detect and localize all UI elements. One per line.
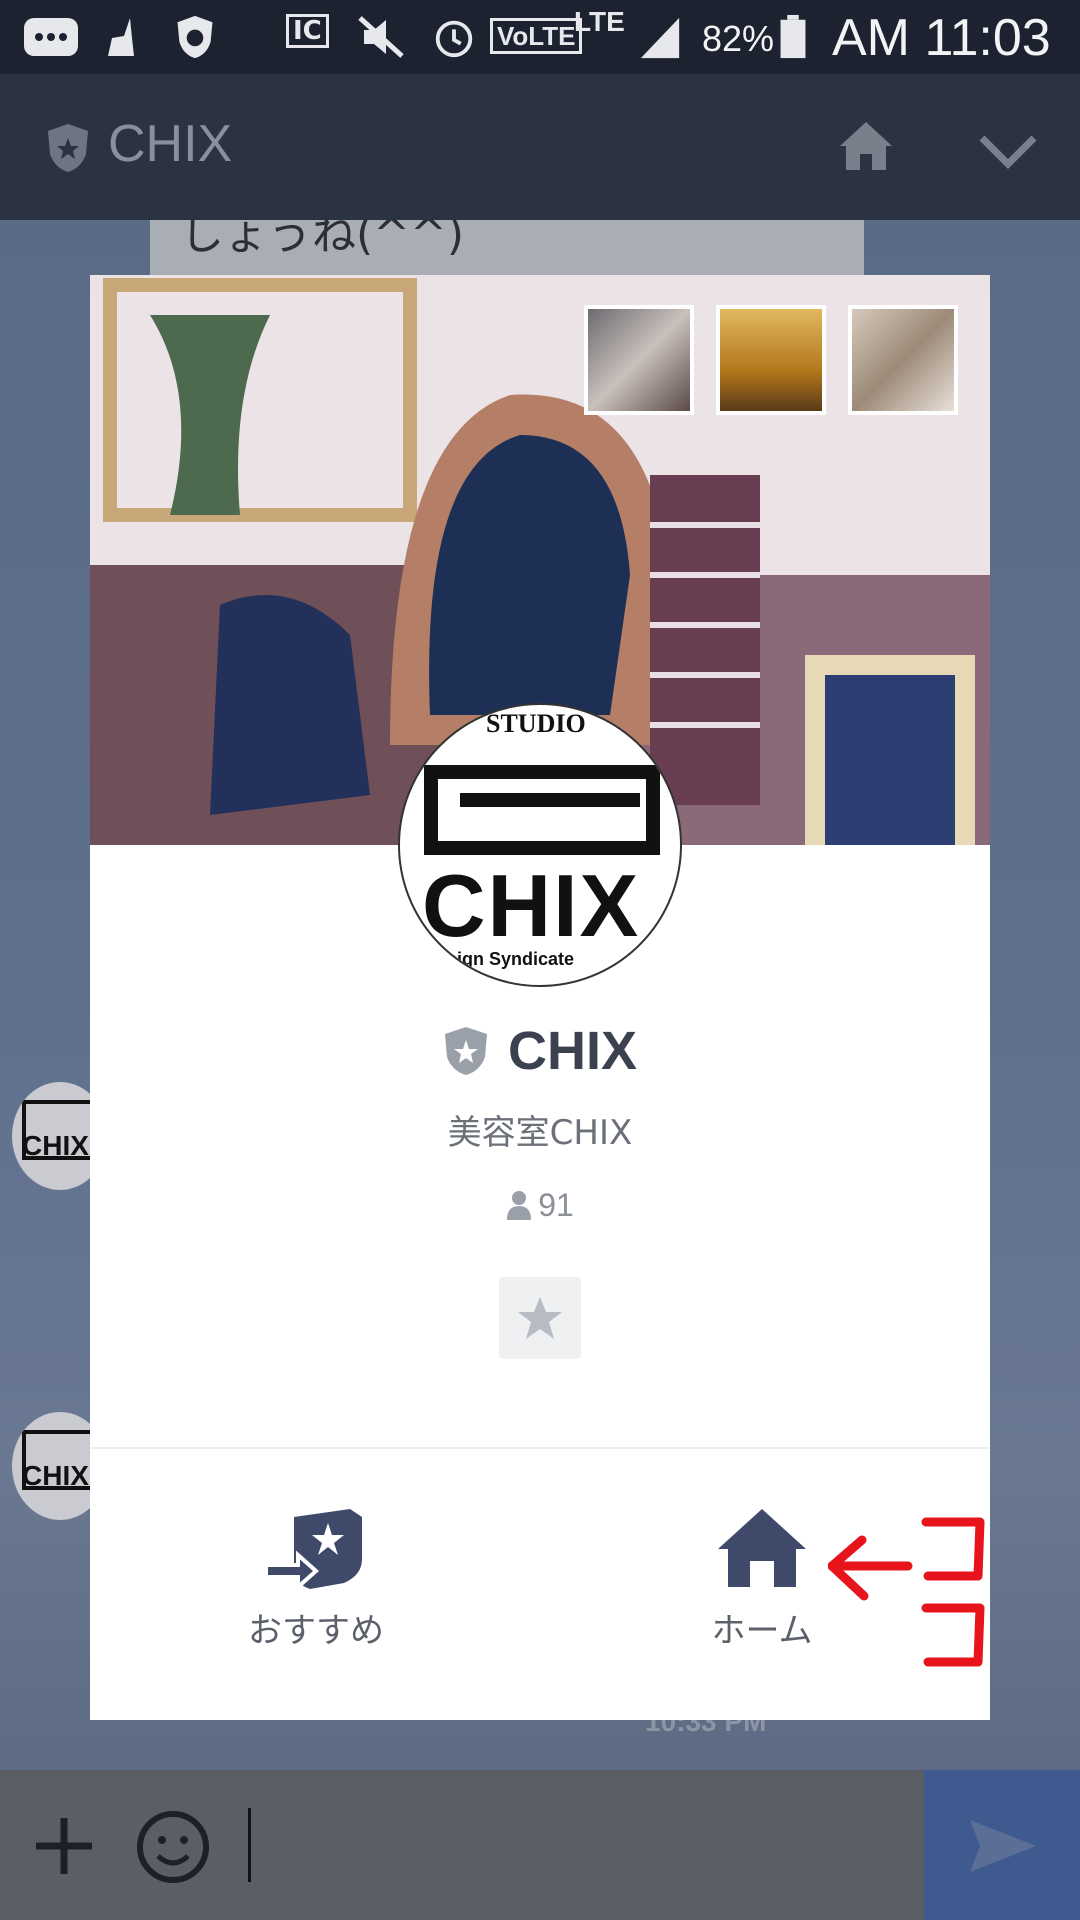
- recommend-label: おすすめ: [248, 1611, 384, 1651]
- battery-percent: 82%: [702, 18, 775, 59]
- ic-key-icon: IC: [286, 14, 329, 48]
- logo-mark: [424, 765, 660, 855]
- message-input-bar: [0, 1770, 1080, 1920]
- plus-icon[interactable]: [32, 1814, 96, 1878]
- volte-icon: VoLTE: [490, 18, 583, 54]
- message-icon: [24, 18, 78, 56]
- photo-thumbnail[interactable]: [716, 305, 826, 415]
- alarm-icon: [435, 20, 473, 58]
- official-account-shield-icon: [48, 124, 88, 172]
- profile-avatar[interactable]: STUDIO CHIX Design Syndicate: [398, 703, 682, 987]
- chat-title: CHIX: [108, 115, 233, 173]
- logo-studio-text: STUDIO: [486, 709, 586, 738]
- account-name-row: CHIX: [90, 1020, 990, 1082]
- signal-icon: [640, 17, 680, 59]
- friend-count-value: 91: [538, 1187, 574, 1223]
- photo-thumbnail[interactable]: [584, 305, 694, 415]
- annotation-arrow-icon: ココ: [828, 1517, 985, 1667]
- logo-design-text: Design Syndicate: [424, 949, 575, 969]
- photo-thumbnail[interactable]: [848, 305, 958, 415]
- official-account-shield-icon: [444, 1027, 487, 1075]
- home-icon[interactable]: [836, 118, 896, 174]
- home-icon: [718, 1509, 806, 1587]
- security-shield-icon: [177, 15, 213, 59]
- favorite-button[interactable]: [499, 1277, 581, 1359]
- chat-header: CHIX: [0, 74, 1080, 220]
- message-bubble: しょうね(^^): [150, 220, 864, 278]
- avatar-label: CHIX: [22, 1460, 89, 1491]
- vibrate-mute-icon: [358, 16, 404, 58]
- chevron-down-icon[interactable]: [976, 132, 1040, 172]
- star-icon: [518, 1297, 562, 1339]
- lte-icon: LTE: [574, 6, 625, 37]
- account-subtitle: 美容室CHIX: [447, 1113, 633, 1153]
- logo-chix-text: CHIX: [422, 856, 641, 955]
- friend-count: 91: [90, 1187, 990, 1224]
- recommend-share-icon: [264, 1509, 362, 1592]
- emoji-icon[interactable]: [136, 1810, 210, 1884]
- message-input[interactable]: [248, 1808, 251, 1882]
- account-name: CHIX: [508, 1021, 638, 1081]
- send-icon: [970, 1820, 1036, 1872]
- profile-card: STUDIO CHIX Design Syndicate CHIX 美容室CHI…: [90, 275, 990, 1720]
- send-button[interactable]: [924, 1770, 1080, 1920]
- status-bar: IC VoLTE LTE 82% AM 11:03: [0, 0, 1080, 74]
- divider: [90, 1447, 990, 1449]
- avatar-label: CHIX: [22, 1130, 89, 1161]
- cleaner-icon: [108, 18, 134, 56]
- person-icon: [507, 1191, 532, 1220]
- clock: AM 11:03: [832, 9, 1051, 67]
- battery-icon: [780, 14, 806, 59]
- recommend-button[interactable]: おすすめ: [206, 1505, 426, 1652]
- logo-bar: [460, 793, 640, 807]
